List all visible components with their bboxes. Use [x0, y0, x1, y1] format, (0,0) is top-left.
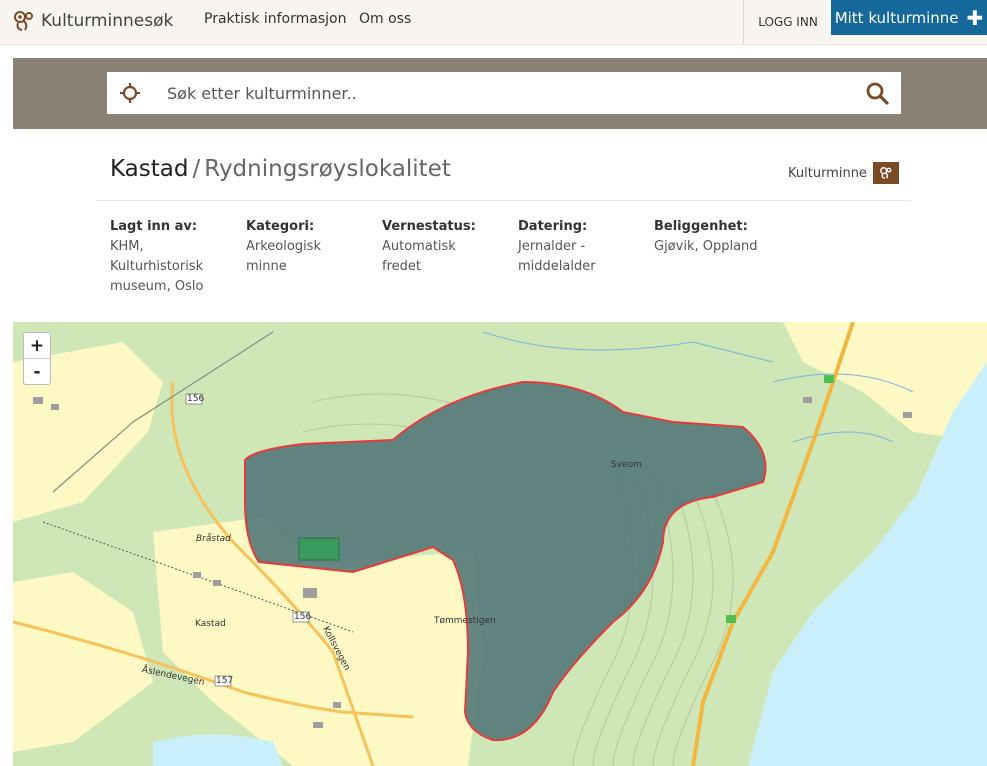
map-label-brastad: Bråstad — [196, 534, 231, 544]
login-button[interactable]: LOGG INN — [743, 0, 832, 44]
plus-icon: ✚ — [966, 5, 984, 30]
record-badge-label: Kulturminne — [788, 166, 867, 181]
meta-label: Lagt inn av: — [110, 219, 198, 234]
nav-link-praktisk-informasjon[interactable]: Praktisk informasjon — [204, 11, 346, 27]
map-label-sveom: Sveom — [611, 460, 642, 470]
meta-value-line: minne — [246, 259, 287, 274]
map[interactable]: 156 156 157 Bråstad Kastad Sveom Tømmest… — [13, 322, 987, 766]
meta-protection-status: Vernestatus: Automatisk fredet — [382, 217, 507, 277]
meta-value-line: KHM, — [110, 239, 144, 254]
map-label-157: 157 — [216, 676, 234, 686]
search-icon[interactable] — [865, 81, 889, 105]
page-title: Kastad / Rydningsrøyslokalitet — [110, 156, 451, 182]
meta-value-line: Kulturhistorisk — [110, 259, 204, 274]
title-divider — [96, 200, 911, 201]
meta-value-line: Gjøvik, Oppland — [654, 239, 758, 254]
search-box — [107, 72, 901, 114]
road-shield-green — [824, 375, 834, 383]
nav-link-om-oss[interactable]: Om oss — [359, 11, 411, 27]
meta-label: Datering: — [518, 219, 588, 234]
zoom-control: + - — [23, 332, 51, 385]
my-kulturminne-label: Mitt kulturminne — [834, 8, 959, 27]
brand-name: Kulturminnesøk — [41, 11, 174, 31]
meta-value-line: Jernalder - — [518, 239, 586, 254]
meta-dating: Datering: Jernalder - middelalder — [518, 217, 643, 277]
map-label-156b: 156 — [294, 612, 312, 622]
title-separator: / — [192, 156, 201, 182]
my-kulturminne-button[interactable]: Mitt kulturminne ✚ — [831, 0, 987, 35]
map-label-kastad: Kastad — [195, 619, 226, 629]
brand-logo[interactable]: Kulturminnesøk — [12, 6, 173, 36]
kulturminne-logo-icon — [14, 11, 33, 31]
meta-value-line: fredet — [382, 259, 421, 274]
meta-value-line: middelalder — [518, 259, 596, 274]
meta-label: Beliggenhet: — [654, 219, 748, 234]
record-type: Rydningsrøyslokalitet — [204, 156, 451, 182]
meta-value-line: Arkeologisk — [246, 239, 321, 254]
record-name: Kastad — [110, 156, 189, 182]
map-label-156: 156 — [187, 394, 205, 404]
zoom-in-button[interactable]: + — [24, 333, 50, 358]
map-canvas[interactable] — [13, 322, 987, 766]
meta-value-line: Automatisk — [382, 239, 456, 254]
meta-value-line: museum, Oslo — [110, 279, 204, 294]
road-shield-green — [726, 615, 736, 623]
kulturminne-icon — [873, 162, 899, 184]
meta-label: Kategori: — [246, 219, 315, 234]
top-navigation: Kulturminnesøk Praktisk informasjon Om o… — [0, 0, 987, 45]
map-label-tommestigen: Tømmestigen — [434, 616, 496, 626]
meta-label: Vernestatus: — [382, 219, 476, 234]
crosshair-icon[interactable] — [119, 82, 141, 104]
search-input[interactable] — [167, 77, 847, 109]
meta-location: Beliggenhet: Gjøvik, Oppland — [654, 217, 804, 257]
green-marker[interactable] — [298, 537, 340, 561]
meta-category: Kategori: Arkeologisk minne — [246, 217, 371, 277]
zoom-out-button[interactable]: - — [24, 358, 50, 384]
meta-registered-by: Lagt inn av: KHM, Kulturhistorisk museum… — [110, 217, 235, 297]
